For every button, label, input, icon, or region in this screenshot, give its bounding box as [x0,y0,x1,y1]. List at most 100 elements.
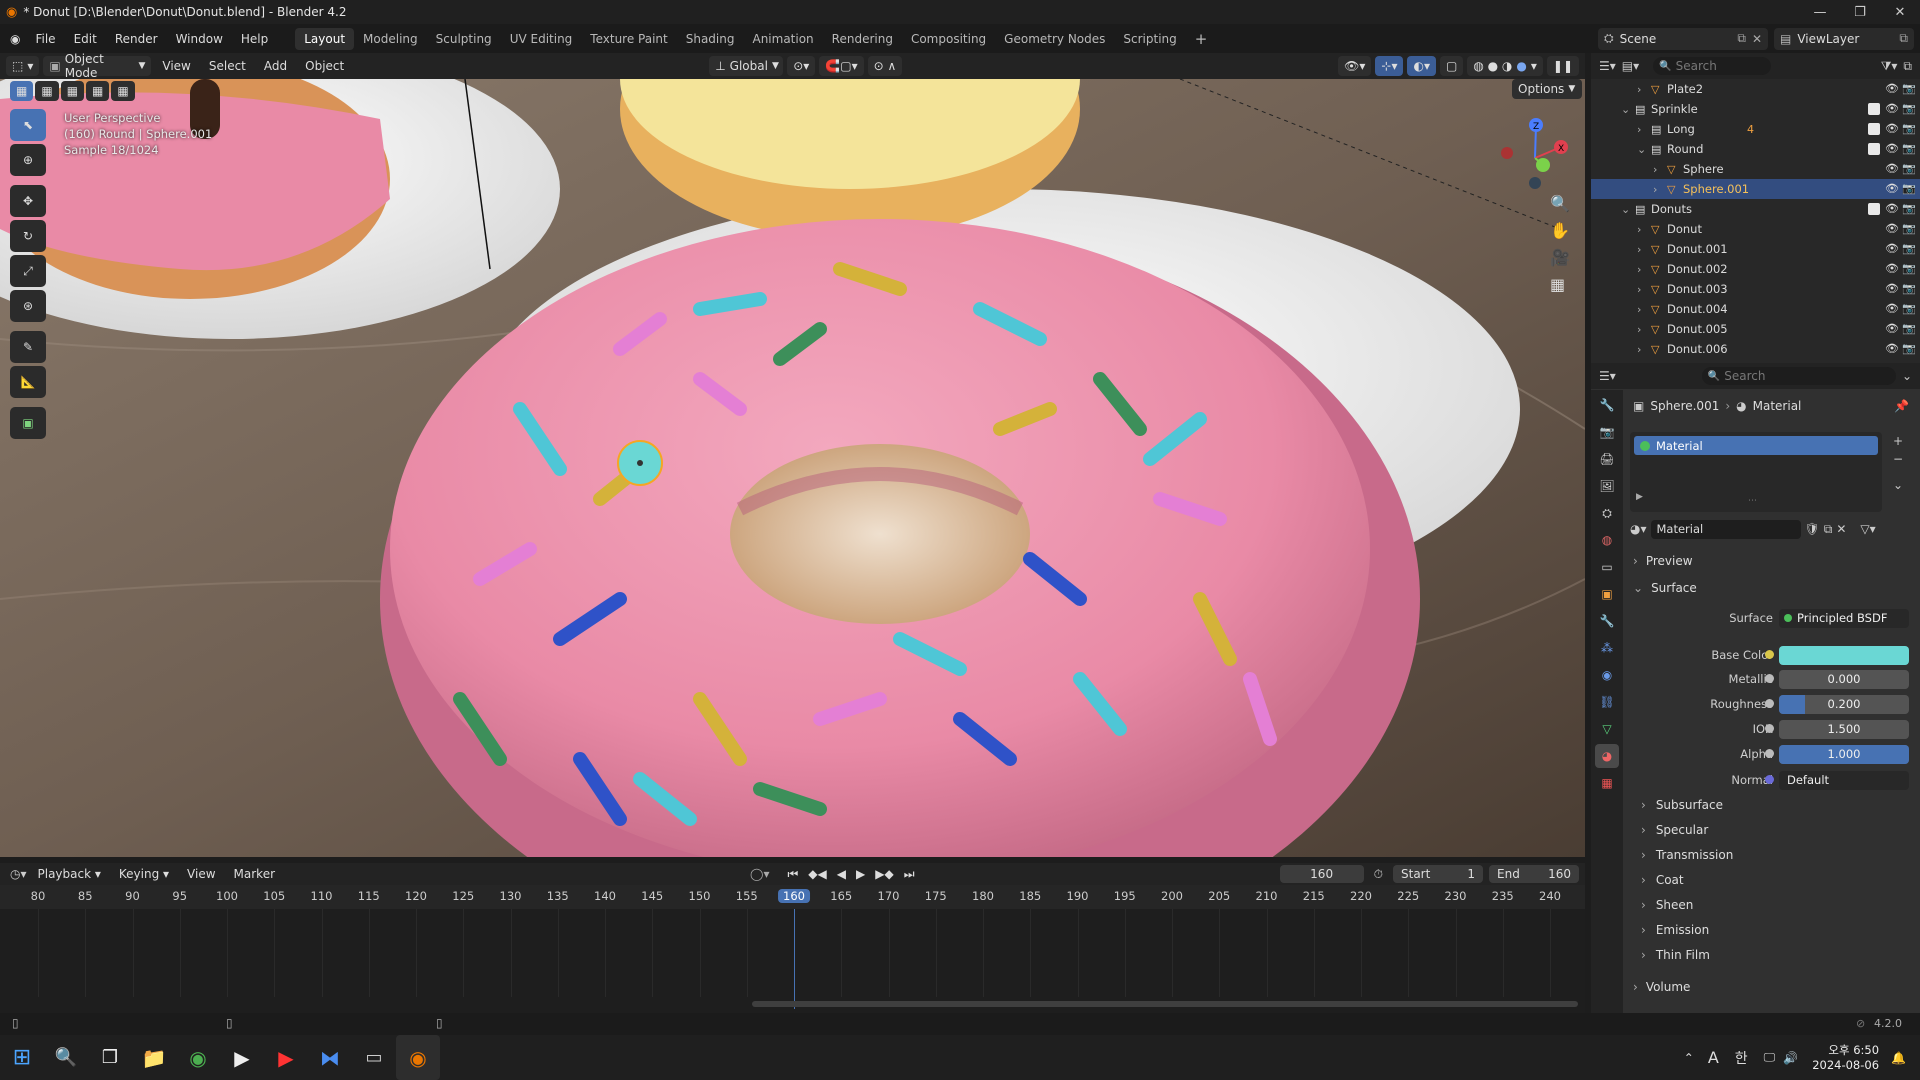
menu-marker[interactable]: Marker [227,867,282,881]
youtube-icon[interactable]: ▶ [264,1035,308,1080]
eye-icon[interactable]: 👁 [1885,182,1899,196]
overlay-button[interactable]: ◐▾ [1407,56,1436,76]
render-camera-icon[interactable]: 📷 [1902,322,1916,336]
subpanel-specular[interactable]: › Specular [1641,819,1708,841]
eye-icon[interactable]: 👁 [1885,102,1899,116]
volume-panel-header[interactable]: › Volume [1633,976,1690,998]
add-workspace-icon[interactable]: + [1186,26,1217,52]
expand-chevron-icon[interactable]: › [1637,223,1641,236]
base-color-socket-icon[interactable] [1765,650,1774,659]
subpanel-transmission[interactable]: › Transmission [1641,844,1733,866]
scene-tab-icon[interactable]: ⛭ [1595,501,1619,525]
tab-shading[interactable]: Shading [677,28,744,50]
outliner-row[interactable]: › ▤ Long 4 👁 📷 [1591,119,1920,139]
clock[interactable]: 오후 6:50 2024-08-06 [1812,1043,1879,1073]
play-reverse-icon[interactable]: ◀ [837,867,846,882]
minimize-icon[interactable]: — [1800,0,1840,24]
socket-icon[interactable] [1765,749,1774,758]
socket-icon[interactable] [1765,724,1774,733]
media-player-icon[interactable]: ▶ [220,1035,264,1080]
prev-keyframe-icon[interactable]: ◆◀ [808,867,826,882]
render-camera-icon[interactable]: 📷 [1902,162,1916,176]
tray-chevron-up-icon[interactable]: ⌃ [1684,1051,1694,1065]
eye-icon[interactable]: 👁 [1885,122,1899,136]
notification-bell-icon[interactable]: 🔔 [1891,1051,1906,1065]
outliner-row[interactable]: › ▽ Donut 👁 📷 [1591,219,1920,239]
exclude-checkbox[interactable] [1868,123,1880,135]
expand-chevron-icon[interactable]: › [1637,283,1641,296]
display-mode-icon[interactable]: ▤▾ [1622,59,1639,73]
expand-triangle-icon[interactable]: ▶ [1636,492,1643,502]
object-tab-icon[interactable]: ▣ [1595,582,1619,606]
eye-icon[interactable]: 👁 [1885,322,1899,336]
eye-icon[interactable]: 👁 [1885,142,1899,156]
render-camera-icon[interactable]: 📷 [1902,202,1916,216]
xray-button[interactable]: ▢ [1439,56,1464,76]
eye-icon[interactable]: 👁 [1885,242,1899,256]
render-camera-icon[interactable]: 📷 [1902,182,1916,196]
play-icon[interactable]: ▶ [856,867,865,882]
expand-chevron-icon[interactable]: › [1653,183,1657,196]
menu-timeline-view[interactable]: View [180,867,222,881]
tab-uv-editing[interactable]: UV Editing [501,28,582,50]
tool-tab-icon[interactable]: 🔧 [1595,393,1619,417]
eye-icon[interactable]: 👁 [1885,282,1899,296]
expand-chevron-icon[interactable]: › [1637,243,1641,256]
render-camera-icon[interactable]: 📷 [1902,222,1916,236]
jump-end-icon[interactable]: ⏭ [904,867,915,882]
menu-window[interactable]: Window [167,32,232,46]
preview-range-icon[interactable]: ⏱ [1374,867,1383,882]
render-camera-icon[interactable]: 📷 [1902,342,1916,356]
menu-keying[interactable]: Keying ▾ [112,867,176,881]
measure-tool[interactable]: 📐 [10,366,46,398]
roughness-field[interactable]: 0.200 [1779,694,1909,714]
menu-edit[interactable]: Edit [65,32,106,46]
pin-icon[interactable]: 📌 [1894,399,1909,413]
timeline-editor-icon[interactable]: ◷▾ [10,867,27,881]
exclude-checkbox[interactable] [1868,203,1880,215]
start-frame-field[interactable]: Start 1 [1393,865,1483,883]
expand-chevron-icon[interactable]: › [1637,343,1641,356]
tab-scripting[interactable]: Scripting [1114,28,1185,50]
filter-icon[interactable]: ⧩▾ [1881,59,1898,74]
render-camera-icon[interactable]: 📷 [1902,142,1916,156]
ior-field[interactable]: 1.500 [1779,719,1909,739]
surface-shader-field[interactable]: Principled BSDF [1779,608,1909,628]
menu-add[interactable]: Add [257,59,294,73]
data-tab-icon[interactable]: ▽ [1595,717,1619,741]
add-slot-icon[interactable]: + [1893,434,1903,448]
preview-panel-header[interactable]: › Preview [1633,550,1693,572]
render-camera-icon[interactable]: 📷 [1902,262,1916,276]
eye-icon[interactable]: 👁 [1885,82,1899,96]
ime-mode-han[interactable]: 한 [1735,1048,1748,1068]
texture-tab-icon[interactable]: ▦ [1595,771,1619,795]
modifier-tab-icon[interactable]: 🔧 [1595,609,1619,633]
tab-layout[interactable]: Layout [295,27,355,50]
scale-tool[interactable]: ⤢ [10,255,46,287]
outliner-row[interactable]: › ▽ Sphere 👁 📷 [1591,159,1920,179]
tab-rendering[interactable]: Rendering [823,28,902,50]
expand-chevron-icon[interactable]: › [1637,263,1641,276]
proportional-edit-button[interactable]: ⊙ ∧ [867,56,903,76]
network-icon[interactable]: 🖵 [1764,1050,1776,1065]
menu-object[interactable]: Object [298,59,351,73]
base-color-swatch[interactable] [1779,645,1909,665]
tab-texture-paint[interactable]: Texture Paint [581,28,676,50]
view-layer-selector[interactable]: ▤ ViewLayer ⧉ [1774,27,1914,50]
new-view-layer-icon[interactable]: ⧉ [1899,31,1908,46]
app-icon[interactable]: ⧓ [308,1035,352,1080]
scene-selector[interactable]: ⛭ Scene ⧉ ✕ [1598,27,1768,50]
expand-chevron-icon[interactable]: ⌄ [1637,143,1646,156]
select-intersect-icon[interactable]: ▦ [111,81,135,101]
expand-chevron-icon[interactable]: › [1637,123,1641,136]
exclude-checkbox[interactable] [1868,103,1880,115]
render-camera-icon[interactable]: 📷 [1902,122,1916,136]
normal-socket-icon[interactable] [1765,775,1774,784]
new-scene-icon[interactable]: ⧉ [1737,31,1746,46]
rotate-tool[interactable]: ↻ [10,220,46,252]
particles-tab-icon[interactable]: ⁂ [1595,636,1619,660]
menu-select[interactable]: Select [202,59,253,73]
jump-start-icon[interactable]: ⏮ [787,867,798,882]
new-collection-icon[interactable]: ⧉ [1903,59,1912,74]
eye-icon[interactable]: 👁 [1885,202,1899,216]
